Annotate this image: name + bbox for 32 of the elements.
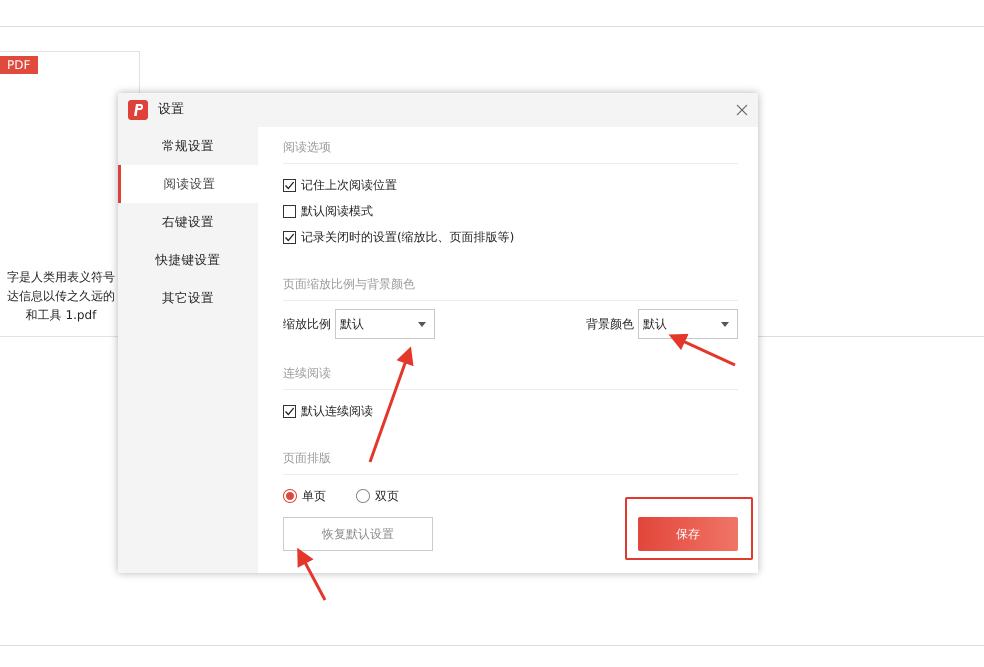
caret-icon — [418, 322, 426, 326]
section-title: 页面排版 — [283, 446, 738, 475]
radio-label: 单页 — [302, 488, 326, 505]
checkbox[interactable] — [283, 204, 296, 218]
close-icon[interactable] — [736, 104, 748, 116]
checkbox-label: 默认阅读模式 — [301, 203, 373, 220]
radio-button[interactable] — [356, 489, 370, 503]
caret-icon — [721, 322, 729, 326]
sidebar-item[interactable]: 阅读设置 — [118, 165, 258, 203]
checkbox-label: 记住上次阅读位置 — [301, 177, 397, 194]
checkbox[interactable] — [283, 178, 296, 192]
dialog-title: 设置 — [158, 101, 184, 120]
field-label: 背景颜色 — [586, 316, 634, 333]
checkbox[interactable] — [283, 230, 296, 244]
section-title: 连续阅读 — [283, 361, 738, 390]
checkbox[interactable] — [283, 404, 296, 418]
save-button[interactable]: 保存 — [638, 517, 738, 551]
radio-label: 双页 — [375, 488, 399, 505]
dropdown[interactable]: 默认 — [638, 309, 738, 339]
app-logo-icon — [128, 100, 148, 120]
checkbox-label: 默认连续阅读 — [301, 403, 373, 420]
section-title: 阅读选项 — [283, 135, 738, 164]
section-title: 页面缩放比例与背景颜色 — [283, 272, 738, 301]
field-label: 缩放比例 — [283, 316, 331, 333]
pdf-badge: PDF — [0, 56, 38, 74]
radio-button[interactable] — [283, 489, 297, 503]
checkbox-label: 记录关闭时的设置(缩放比、页面排版等) — [301, 229, 514, 246]
dropdown[interactable]: 默认 — [335, 309, 435, 339]
annotation-arrow — [668, 334, 736, 366]
reset-button[interactable]: 恢复默认设置 — [283, 517, 433, 551]
annotation-arrow — [297, 548, 326, 601]
file-name: 字是人类用表义符号 达信息以传之久远的 和工具 1.pdf — [6, 269, 116, 324]
